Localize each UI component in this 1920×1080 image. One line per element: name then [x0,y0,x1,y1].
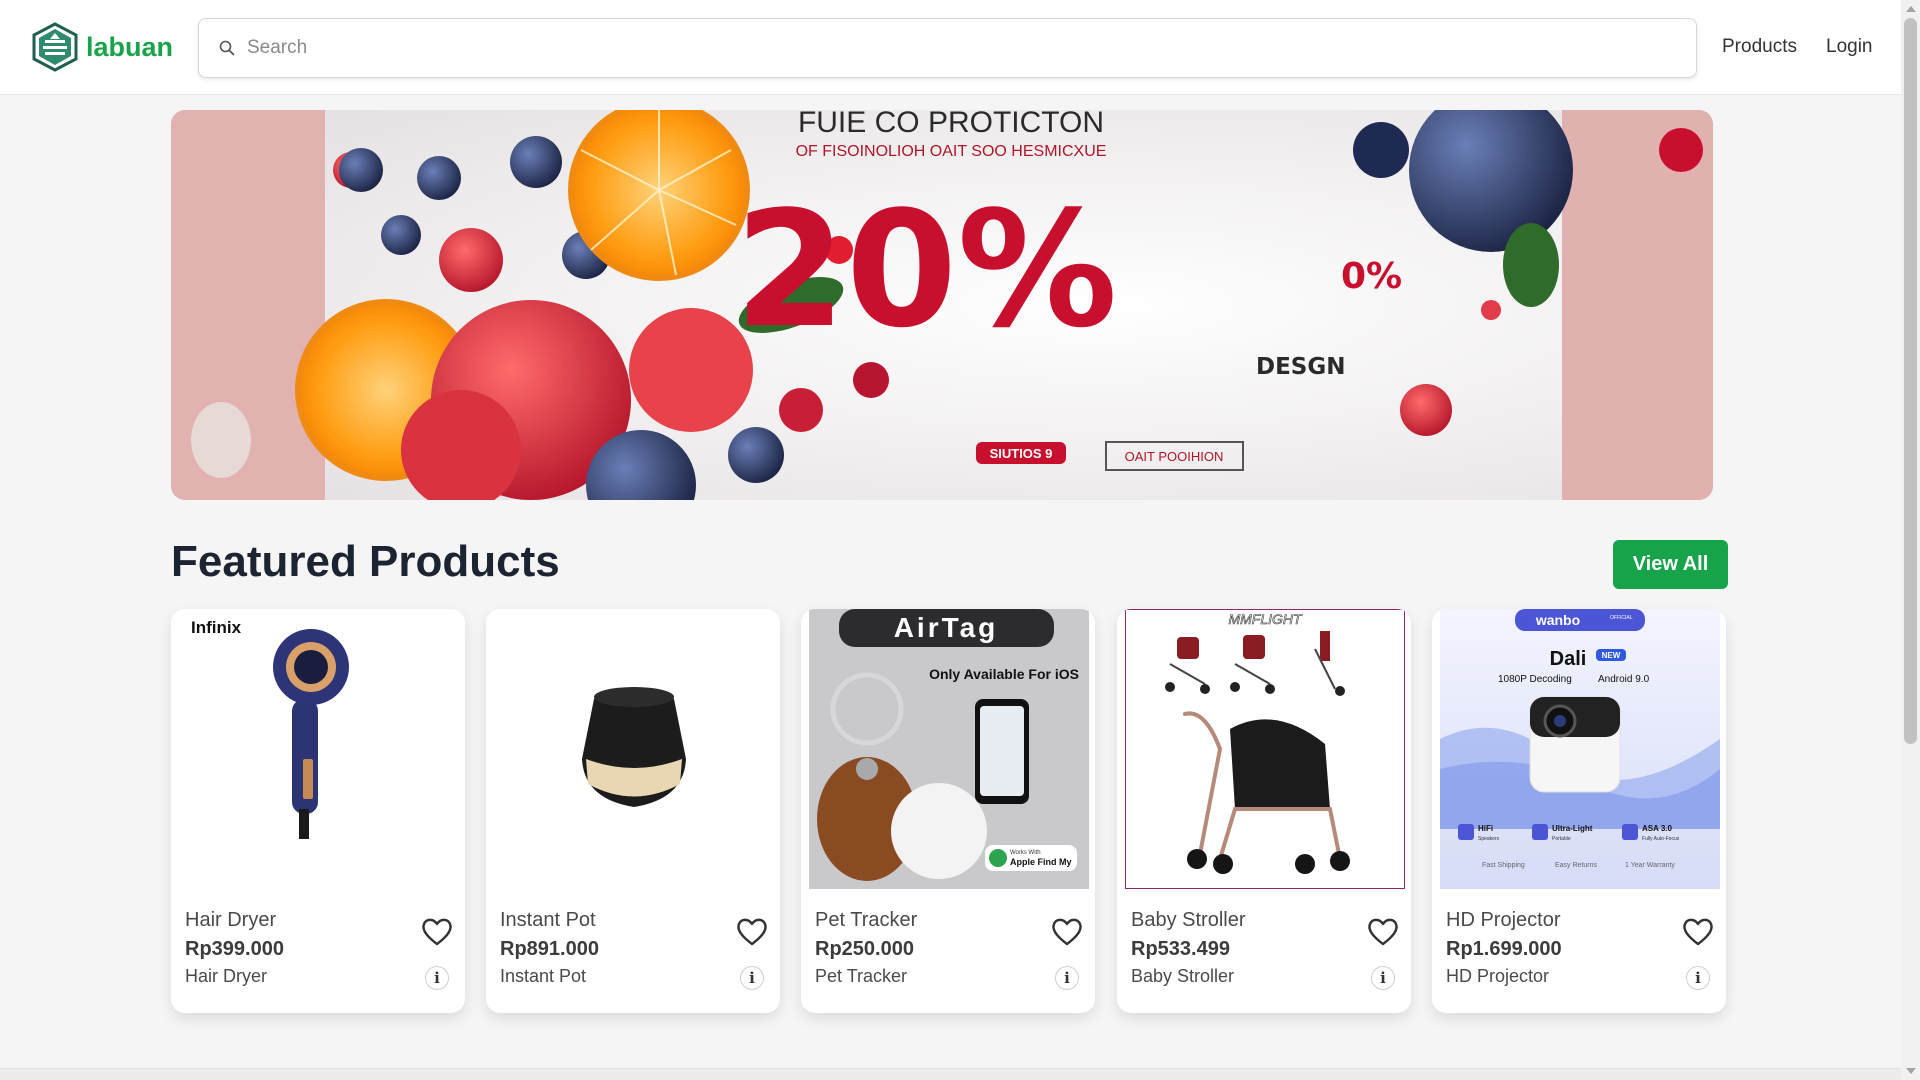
scroll-up-arrow-icon[interactable] [1906,6,1916,12]
svg-text:Fully Auto-Focus: Fully Auto-Focus [1642,836,1680,842]
svg-text:Portable: Portable [1552,836,1571,842]
svg-text:MMFLIGHT: MMFLIGHT [1228,611,1303,627]
svg-text:Android 9.0: Android 9.0 [1598,674,1650,685]
info-icon[interactable]: i [1055,966,1079,990]
product-price: Rp533.499 [1131,938,1230,960]
nav-products-link[interactable]: Products [1722,36,1797,58]
brand-logo[interactable]: labuan [32,22,173,72]
product-name[interactable]: Instant Pot [500,909,596,932]
svg-text:OFFICIAL: OFFICIAL [1610,615,1633,621]
product-card[interactable]: MMFLIGHT Baby Stroller Rp533.499 Baby St… [1117,609,1411,1013]
product-name[interactable]: Hair Dryer [185,909,276,932]
search-icon [219,40,235,56]
product-name[interactable]: Baby Stroller [1131,909,1246,932]
scroll-down-arrow-icon[interactable] [1906,1068,1916,1074]
svg-text:wanbo: wanbo [1535,612,1580,628]
search-bar[interactable] [198,18,1697,78]
product-card-list: Infinix Hair Dryer Rp399.000 Hair Dryer … [171,609,1728,1013]
favorite-heart-icon[interactable] [1051,917,1083,947]
banner-percent: 20% [735,176,1118,363]
banner-design-text: DESGN [1256,354,1346,380]
scrollbar-thumb[interactable] [1904,18,1917,744]
product-card[interactable]: Infinix Hair Dryer Rp399.000 Hair Dryer … [171,609,465,1013]
svg-text:Ultra-Light: Ultra-Light [1552,824,1593,833]
svg-text:Dali: Dali [1550,648,1587,670]
product-subtitle: Instant Pot [500,966,587,986]
info-icon[interactable]: i [1686,966,1710,990]
svg-text:Fast Shipping: Fast Shipping [1482,862,1525,869]
promo-banner[interactable]: FUIE CO PROTICTON OF FISOINOLIOH OAIT SO… [171,110,1713,500]
banner-subline: OF FISOINOLIOH OAIT SOO HESMICXUE [796,143,1107,160]
banner-button-left: SIUTIOS 9 [990,446,1053,461]
product-name[interactable]: Pet Tracker [815,909,917,932]
featured-products-heading: Featured Products [171,537,560,586]
product-price: Rp891.000 [500,938,599,960]
product-image[interactable]: AirTag Only Available For iOS Works With… [809,609,1089,889]
product-card[interactable]: Instant Pot Rp891.000 Instant Pot i [486,609,780,1013]
product-subtitle: HD Projector [1446,966,1550,986]
svg-text:Infinix: Infinix [191,618,242,637]
page-scrollbar[interactable] [1901,0,1920,1080]
banner-percent-small: 0% [1341,256,1402,297]
banner-button-right: OAIT POOIHION [1125,449,1224,464]
svg-text:1 Year Warranty: 1 Year Warranty [1625,862,1675,869]
favorite-heart-icon[interactable] [421,917,453,947]
banner-headline: FUIE CO PROTICTON [798,110,1104,139]
top-navbar: labuan Products Login [0,0,1901,95]
info-icon[interactable]: i [425,966,449,990]
svg-text:AirTag: AirTag [894,612,999,643]
product-name[interactable]: HD Projector [1446,909,1560,932]
view-all-button[interactable]: View All [1613,540,1728,589]
svg-text:Only Available For iOS: Only Available For iOS [929,666,1079,682]
logo-text: labuan [86,31,174,62]
logo-icon [32,22,78,72]
promo-banner-image: FUIE CO PROTICTON OF FISOINOLIOH OAIT SO… [171,110,1713,500]
product-card[interactable]: AirTag Only Available For iOS Works With… [801,609,1095,1013]
favorite-heart-icon[interactable] [1367,917,1399,947]
svg-text:NEW: NEW [1602,651,1621,660]
product-image[interactable]: wanbo OFFICIAL Dali NEW 1080P Decoding A… [1440,609,1720,889]
product-image[interactable]: MMFLIGHT [1125,609,1405,889]
svg-text:Speakers: Speakers [1478,836,1500,842]
svg-text:Apple Find My: Apple Find My [1010,857,1072,867]
product-price: Rp250.000 [815,938,914,960]
product-subtitle: Pet Tracker [815,966,908,986]
favorite-heart-icon[interactable] [1682,917,1714,947]
svg-text:HiFi: HiFi [1478,824,1493,833]
svg-text:Easy Returns: Easy Returns [1555,862,1598,869]
favorite-heart-icon[interactable] [736,917,768,947]
info-icon[interactable]: i [1371,966,1395,990]
product-card[interactable]: wanbo OFFICIAL Dali NEW 1080P Decoding A… [1432,609,1726,1013]
search-input[interactable] [247,37,1647,59]
product-image[interactable] [494,609,774,889]
product-price: Rp1.699.000 [1446,938,1562,960]
nav-login-link[interactable]: Login [1826,36,1873,58]
product-image[interactable]: Infinix [179,609,459,889]
product-subtitle: Hair Dryer [185,966,268,986]
footer-divider [0,1068,1901,1080]
product-price: Rp399.000 [185,938,284,960]
info-icon[interactable]: i [740,966,764,990]
svg-text:ASA 3.0: ASA 3.0 [1642,824,1672,833]
svg-text:Works With: Works With [1010,850,1041,856]
product-subtitle: Baby Stroller [1131,966,1235,986]
svg-text:1080P Decoding: 1080P Decoding [1498,674,1572,685]
